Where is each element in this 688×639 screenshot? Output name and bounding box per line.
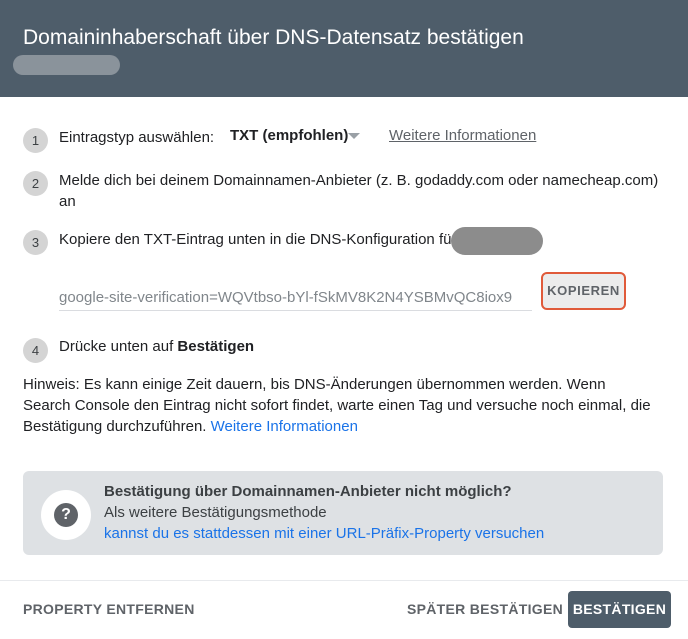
- help-icon-container: ?: [41, 490, 91, 540]
- callout-text: Als weitere Bestätigungsmethode: [104, 504, 327, 521]
- step-4-text-prefix: Drücke unten auf: [59, 338, 178, 355]
- callout-title: Bestätigung über Domainnamen-Anbieter ni…: [104, 483, 512, 500]
- step-3-text: Kopiere den TXT-Eintrag unten in die DNS…: [59, 231, 457, 248]
- alternative-method-callout: ? Bestätigung über Domainnamen-Anbieter …: [23, 471, 663, 555]
- more-info-link-hint[interactable]: Weitere Informationen: [211, 418, 358, 435]
- footer-divider: [0, 580, 688, 581]
- dialog-title: Domaininhaberschaft über DNS-Datensatz b…: [23, 26, 524, 49]
- step-2-number: 2: [23, 171, 48, 196]
- help-icon: ?: [54, 503, 78, 527]
- step-4-text-bold: Bestätigen: [177, 338, 255, 355]
- redacted-domain: [451, 227, 543, 255]
- more-info-link-step1[interactable]: Weitere Informationen: [389, 127, 536, 144]
- verify-button[interactable]: BESTÄTIGEN: [568, 591, 671, 628]
- step-3-number: 3: [23, 230, 48, 255]
- txt-record-field[interactable]: google-site-verification=WQVtbso-bYl-fSk…: [59, 289, 532, 311]
- step-2-text-line2: an: [59, 193, 76, 210]
- step-1-number: 1: [23, 128, 48, 153]
- step-2-text-line1: Melde dich bei deinem Domainnamen-Anbiet…: [59, 172, 659, 189]
- hint-paragraph: Hinweis: Es kann einige Zeit dauern, bis…: [23, 374, 653, 437]
- step-4-text: Drücke unten auf Bestätigen: [59, 336, 254, 357]
- copy-button[interactable]: KOPIEREN: [541, 272, 626, 310]
- step-4-number: 4: [23, 338, 48, 363]
- dropdown-caret-icon[interactable]: [348, 133, 360, 139]
- verify-later-button[interactable]: SPÄTER BESTÄTIGEN: [407, 601, 563, 617]
- dialog-header: Domaininhaberschaft über DNS-Datensatz b…: [0, 0, 688, 97]
- url-prefix-property-link[interactable]: kannst du es stattdessen mit einer URL-P…: [104, 525, 544, 542]
- record-type-select[interactable]: TXT (empfohlen): [230, 127, 348, 144]
- remove-property-button[interactable]: PROPERTY ENTFERNEN: [23, 601, 195, 617]
- step-1-label: Eintragstyp auswählen:: [59, 129, 215, 146]
- redacted-property-name: [13, 55, 120, 75]
